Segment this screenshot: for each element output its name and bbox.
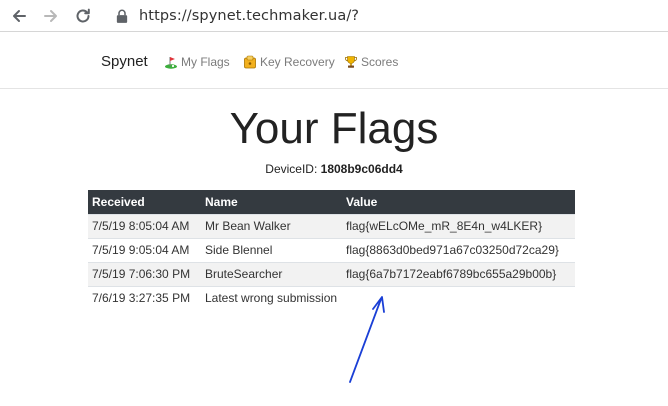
column-header-received: Received [88, 190, 201, 214]
cell-value: flag{8863d0bed971a67c03250d72ca29} [342, 237, 575, 262]
cell-value: flag{wELcOMe_mR_8E4n_w4LKER} [342, 213, 575, 238]
column-header-name: Name [201, 190, 342, 214]
nav-link-key-recovery[interactable]: Key Recovery [243, 53, 335, 71]
nav-link-my-flags[interactable]: My Flags [164, 53, 230, 71]
device-id-line: DeviceID: 1808b9c06dd4 [0, 160, 668, 178]
golf-flag-icon [164, 55, 178, 69]
cell-received: 7/5/19 9:05:04 AM [88, 237, 201, 262]
cell-name: BruteSearcher [201, 261, 342, 286]
forward-icon[interactable] [38, 3, 64, 29]
cell-received: 7/5/19 7:06:30 PM [88, 261, 201, 286]
table-header-row: Received Name Value [88, 190, 575, 214]
cell-received: 7/6/19 3:27:35 PM [88, 285, 201, 310]
table-row: 7/5/19 8:05:04 AM Mr Bean Walker flag{wE… [88, 213, 575, 238]
nav-link-label: Key Recovery [260, 55, 335, 69]
browser-toolbar: https://spynet.techmaker.ua/? [0, 0, 668, 32]
reload-icon[interactable] [70, 3, 96, 29]
nav-link-label: Scores [361, 55, 399, 69]
flags-table: Received Name Value 7/5/19 8:05:04 AM Mr… [88, 190, 575, 310]
cell-name: Mr Bean Walker [201, 213, 342, 238]
cell-received: 7/5/19 8:05:04 AM [88, 213, 201, 238]
device-id-value: 1808b9c06dd4 [320, 162, 403, 176]
page-title: Your Flags [229, 104, 439, 153]
cell-name: Latest wrong submission [201, 285, 342, 310]
key-folder-icon [243, 55, 257, 69]
cell-name: Side Blennel [201, 237, 342, 262]
cell-value [342, 285, 575, 310]
nav-link-label: My Flags [181, 55, 230, 69]
column-header-value: Value [342, 190, 575, 214]
lock-icon[interactable] [113, 7, 131, 25]
table-row: 7/6/19 3:27:35 PM Latest wrong submissio… [88, 285, 575, 310]
nav-link-scores[interactable]: Scores [344, 53, 398, 71]
device-id-label: DeviceID: [265, 162, 318, 176]
table-row: 7/5/19 9:05:04 AM Side Blennel flag{8863… [88, 237, 575, 262]
cell-value: flag{6a7b7172eabf6789bc655a29b00b} [342, 261, 575, 286]
back-icon[interactable] [6, 3, 32, 29]
brand-link[interactable]: Spynet [101, 52, 148, 72]
site-navbar: Spynet My Flags Key Recovery Scores [0, 33, 668, 89]
table-row: 7/5/19 7:06:30 PM BruteSearcher flag{6a7… [88, 261, 575, 286]
trophy-icon [344, 55, 358, 69]
address-bar-url[interactable]: https://spynet.techmaker.ua/? [139, 6, 359, 26]
